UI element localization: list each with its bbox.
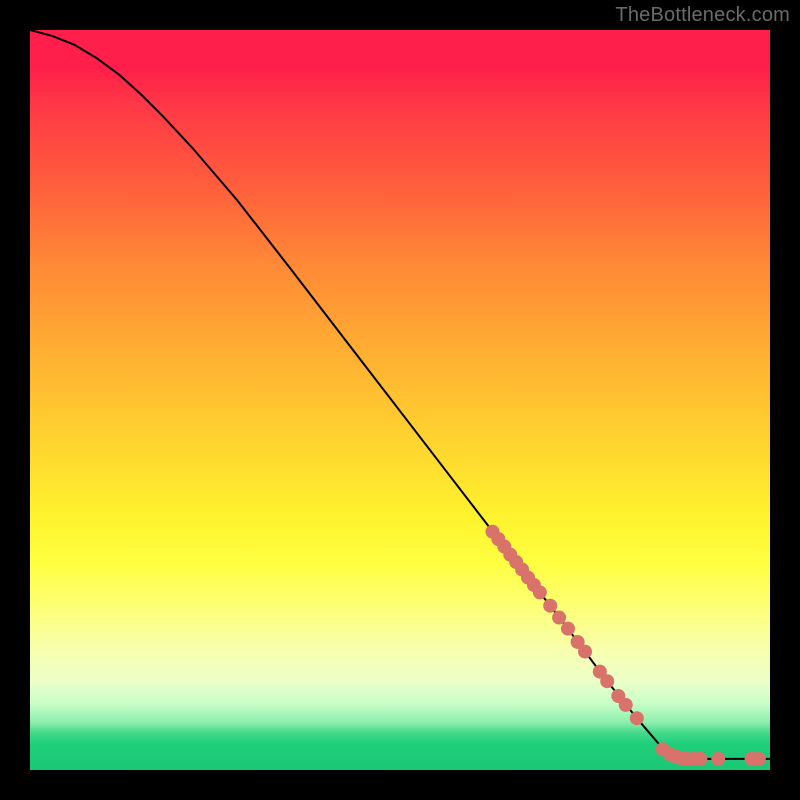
chart-markers-layer: [30, 30, 770, 770]
chart-marker: [561, 622, 575, 636]
chart-marker: [543, 599, 557, 613]
watermark-text: TheBottleneck.com: [615, 4, 790, 27]
chart-marker: [552, 611, 566, 625]
chart-marker: [752, 752, 766, 766]
chart-marker: [578, 645, 592, 659]
chart-marker: [619, 698, 633, 712]
chart-marker: [693, 752, 707, 766]
chart-marker: [600, 674, 614, 688]
chart-marker: [630, 711, 644, 725]
chart-marker: [711, 752, 725, 766]
chart-plot-area: [30, 30, 770, 770]
chart-marker: [533, 585, 547, 599]
